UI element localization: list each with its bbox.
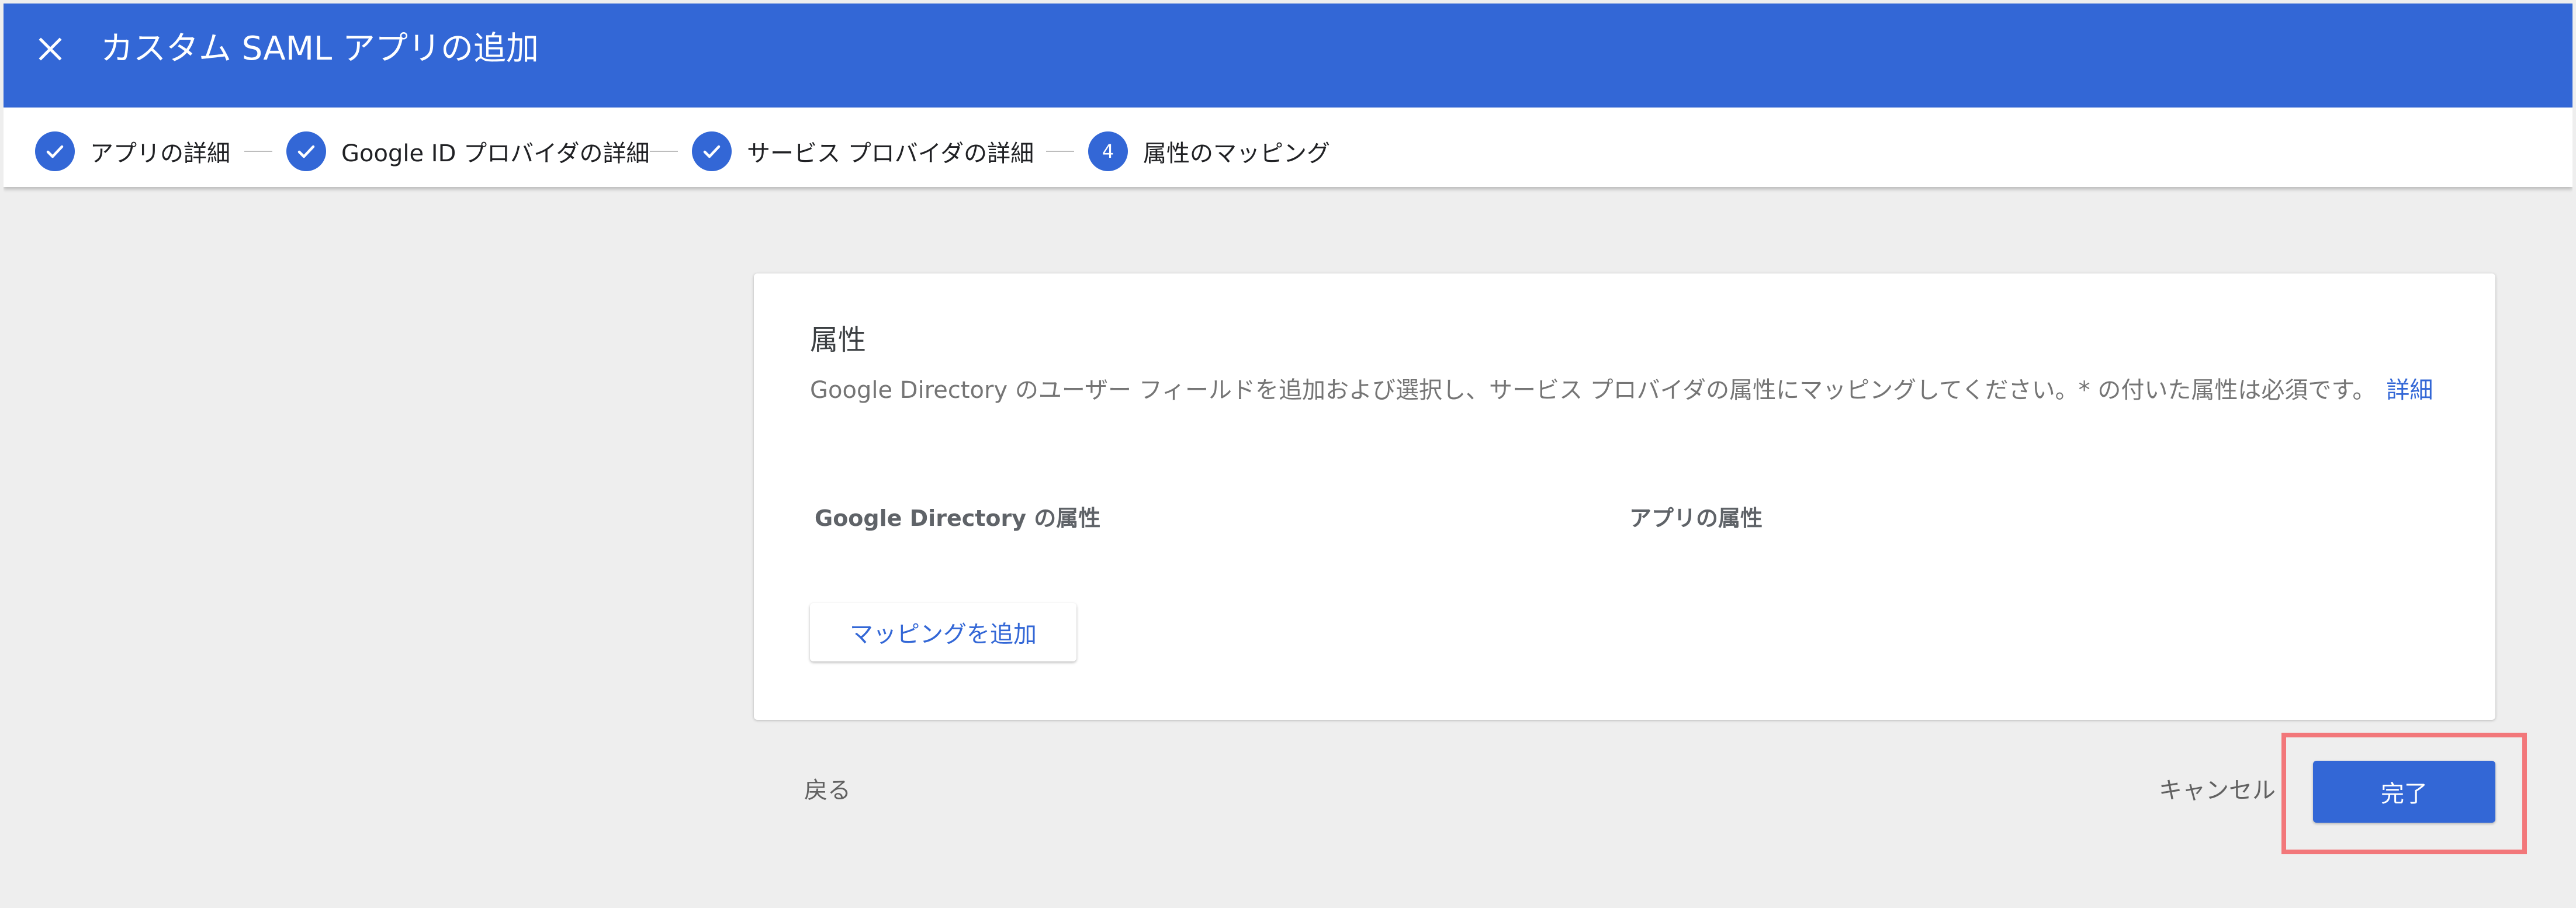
step-number-indicator: 4 [1088,131,1128,171]
step-attribute-mapping[interactable]: 4 属性のマッピング [1088,131,1330,172]
learn-more-link[interactable]: 詳細 [2386,377,2433,404]
step-connector [650,151,678,152]
step-label: 属性のマッピング [1143,140,1330,167]
done-button[interactable]: 完了 [2313,761,2495,823]
attributes-card: 属性 Google Directory のユーザー フィールドを追加および選択し… [754,273,2495,720]
step-label: Google ID プロバイダの詳細 [341,140,650,167]
card-title: 属性 [810,324,867,356]
back-button[interactable]: 戻る [804,771,851,805]
check-icon [297,145,315,158]
step-connector [244,151,272,152]
column-header-directory-attribute: Google Directory の属性 [815,505,1101,531]
page-title: カスタム SAML アプリの追加 [101,30,539,68]
column-header-app-attribute: アプリの属性 [1629,505,1763,531]
step-google-idp-details[interactable]: Google ID プロバイダの詳細 [286,131,649,172]
close-button[interactable] [28,27,72,71]
step-complete-indicator [35,131,75,171]
add-mapping-button[interactable]: マッピングを追加 [810,603,1076,661]
title-bar: カスタム SAML アプリの追加 [4,4,2572,108]
stepper: アプリの詳細 Google ID プロバイダの詳細 サービス プロバイダの詳細 [4,108,2572,187]
close-icon [39,37,62,61]
step-complete-indicator [286,131,326,171]
cancel-button[interactable]: キャンセル [2159,771,2276,805]
step-connector [1046,151,1074,152]
check-icon [46,145,64,158]
check-icon [703,145,721,158]
step-label: アプリの詳細 [90,140,230,167]
app-frame: カスタム SAML アプリの追加 アプリの詳細 Google ID プロバイダの… [4,4,2572,904]
description-text: Google Directory のユーザー フィールドを追加および選択し、サー… [810,377,2376,404]
step-complete-indicator [692,131,732,171]
step-app-details[interactable]: アプリの詳細 [35,131,230,172]
step-number: 4 [1102,140,1114,162]
card-description: Google Directory のユーザー フィールドを追加および選択し、サー… [810,370,2470,410]
step-label: サービス プロバイダの詳細 [747,140,1034,167]
step-service-provider-details[interactable]: サービス プロバイダの詳細 [692,131,1034,172]
